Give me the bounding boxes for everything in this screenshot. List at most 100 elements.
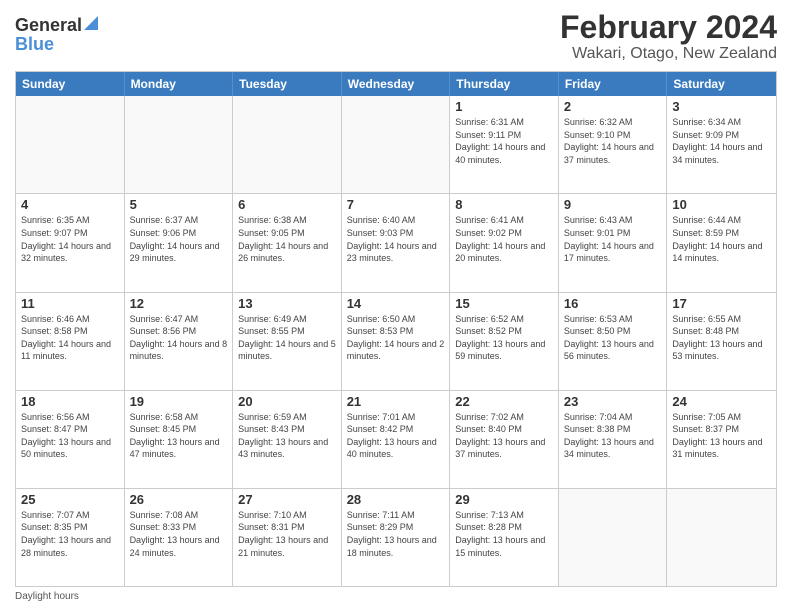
day-cell-26: 26 Sunrise: 7:08 AMSunset: 8:33 PMDayligh…	[125, 489, 234, 586]
day-number-24: 24	[672, 394, 771, 409]
calendar-week-3: 11 Sunrise: 6:46 AMSunset: 8:58 PMDayligh…	[16, 293, 776, 391]
day-cell-14: 14 Sunrise: 6:50 AMSunset: 8:53 PMDayligh…	[342, 293, 451, 390]
logo: General Blue	[15, 10, 98, 53]
day-number-5: 5	[130, 197, 228, 212]
calendar-week-2: 4Sunrise: 6:35 AMSunset: 9:07 PMDaylight…	[16, 194, 776, 292]
header-day-wednesday: Wednesday	[342, 72, 451, 96]
day-number-28: 28	[347, 492, 445, 507]
day-info-4: Sunrise: 6:35 AMSunset: 9:07 PMDaylight:…	[21, 214, 119, 264]
day-info-26: Sunrise: 7:08 AMSunset: 8:33 PMDaylight:…	[130, 509, 228, 559]
empty-cell-w0-c3	[342, 96, 451, 193]
header-day-monday: Monday	[125, 72, 234, 96]
header: General Blue February 2024 Wakari, Otago…	[15, 10, 777, 63]
day-info-14: Sunrise: 6:50 AMSunset: 8:53 PMDaylight:…	[347, 313, 445, 363]
day-cell-8: 8 Sunrise: 6:41 AMSunset: 9:02 PMDaylight…	[450, 194, 559, 291]
day-number-9: 9	[564, 197, 662, 212]
day-cell-1: 1 Sunrise: 6:31 AMSunset: 9:11 PMDaylight…	[450, 96, 559, 193]
day-number-11: 11	[21, 296, 119, 311]
header-day-sunday: Sunday	[16, 72, 125, 96]
empty-cell-w0-c1	[125, 96, 234, 193]
day-info-18: Sunrise: 6:56 AMSunset: 8:47 PMDaylight:…	[21, 411, 119, 461]
day-info-13: Sunrise: 6:49 AMSunset: 8:55 PMDaylight:…	[238, 313, 336, 363]
empty-cell-w0-c0	[16, 96, 125, 193]
day-number-13: 13	[238, 296, 336, 311]
day-number-17: 17	[672, 296, 771, 311]
month-year-title: February 2024	[560, 10, 777, 45]
day-number-7: 7	[347, 197, 445, 212]
day-number-3: 3	[672, 99, 771, 114]
day-number-1: 1	[455, 99, 553, 114]
day-number-15: 15	[455, 296, 553, 311]
day-info-5: Sunrise: 6:37 AMSunset: 9:06 PMDaylight:…	[130, 214, 228, 264]
day-cell-5: 5 Sunrise: 6:37 AMSunset: 9:06 PMDaylight…	[125, 194, 234, 291]
day-cell-24: 24 Sunrise: 7:05 AMSunset: 8:37 PMDayligh…	[667, 391, 776, 488]
day-cell-10: 10Sunrise: 6:44 AMSunset: 8:59 PMDayligh…	[667, 194, 776, 291]
day-info-16: Sunrise: 6:53 AMSunset: 8:50 PMDaylight:…	[564, 313, 662, 363]
day-cell-6: 6 Sunrise: 6:38 AMSunset: 9:05 PMDaylight…	[233, 194, 342, 291]
day-info-7: Sunrise: 6:40 AMSunset: 9:03 PMDaylight:…	[347, 214, 445, 264]
day-info-6: Sunrise: 6:38 AMSunset: 9:05 PMDaylight:…	[238, 214, 336, 264]
day-cell-18: 18 Sunrise: 6:56 AMSunset: 8:47 PMDayligh…	[16, 391, 125, 488]
calendar-week-5: 25 Sunrise: 7:07 AMSunset: 8:35 PMDayligh…	[16, 489, 776, 586]
day-number-2: 2	[564, 99, 662, 114]
day-info-24: Sunrise: 7:05 AMSunset: 8:37 PMDaylight:…	[672, 411, 771, 461]
day-cell-11: 11 Sunrise: 6:46 AMSunset: 8:58 PMDayligh…	[16, 293, 125, 390]
logo-general-text: General	[15, 16, 82, 34]
day-cell-16: 16Sunrise: 6:53 AMSunset: 8:50 PMDayligh…	[559, 293, 668, 390]
day-info-20: Sunrise: 6:59 AMSunset: 8:43 PMDaylight:…	[238, 411, 336, 461]
empty-cell-w4-c6	[667, 489, 776, 586]
empty-cell-w0-c2	[233, 96, 342, 193]
day-info-3: Sunrise: 6:34 AMSunset: 9:09 PMDaylight:…	[672, 116, 771, 166]
day-info-25: Sunrise: 7:07 AMSunset: 8:35 PMDaylight:…	[21, 509, 119, 559]
header-day-friday: Friday	[559, 72, 668, 96]
day-info-27: Sunrise: 7:10 AMSunset: 8:31 PMDaylight:…	[238, 509, 336, 559]
day-cell-29: 29Sunrise: 7:13 AMSunset: 8:28 PMDayligh…	[450, 489, 559, 586]
day-info-21: Sunrise: 7:01 AMSunset: 8:42 PMDaylight:…	[347, 411, 445, 461]
page: General Blue February 2024 Wakari, Otago…	[0, 0, 792, 612]
day-info-10: Sunrise: 6:44 AMSunset: 8:59 PMDaylight:…	[672, 214, 771, 264]
empty-cell-w4-c5	[559, 489, 668, 586]
location-subtitle: Wakari, Otago, New Zealand	[560, 45, 777, 63]
footer-note: Daylight hours	[15, 591, 777, 602]
day-info-17: Sunrise: 6:55 AMSunset: 8:48 PMDaylight:…	[672, 313, 771, 363]
day-cell-2: 2 Sunrise: 6:32 AMSunset: 9:10 PMDaylight…	[559, 96, 668, 193]
day-number-14: 14	[347, 296, 445, 311]
day-number-12: 12	[130, 296, 228, 311]
day-cell-27: 27 Sunrise: 7:10 AMSunset: 8:31 PMDayligh…	[233, 489, 342, 586]
day-cell-3: 3 Sunrise: 6:34 AMSunset: 9:09 PMDaylight…	[667, 96, 776, 193]
day-info-9: Sunrise: 6:43 AMSunset: 9:01 PMDaylight:…	[564, 214, 662, 264]
day-info-28: Sunrise: 7:11 AMSunset: 8:29 PMDaylight:…	[347, 509, 445, 559]
day-cell-20: 20 Sunrise: 6:59 AMSunset: 8:43 PMDayligh…	[233, 391, 342, 488]
header-day-thursday: Thursday	[450, 72, 559, 96]
day-cell-15: 15 Sunrise: 6:52 AMSunset: 8:52 PMDayligh…	[450, 293, 559, 390]
day-number-29: 29	[455, 492, 553, 507]
day-info-15: Sunrise: 6:52 AMSunset: 8:52 PMDaylight:…	[455, 313, 553, 363]
day-info-8: Sunrise: 6:41 AMSunset: 9:02 PMDaylight:…	[455, 214, 553, 264]
day-number-27: 27	[238, 492, 336, 507]
day-number-6: 6	[238, 197, 336, 212]
day-info-1: Sunrise: 6:31 AMSunset: 9:11 PMDaylight:…	[455, 116, 553, 166]
day-cell-7: 7 Sunrise: 6:40 AMSunset: 9:03 PMDaylight…	[342, 194, 451, 291]
day-cell-13: 13 Sunrise: 6:49 AMSunset: 8:55 PMDayligh…	[233, 293, 342, 390]
day-info-22: Sunrise: 7:02 AMSunset: 8:40 PMDaylight:…	[455, 411, 553, 461]
day-number-23: 23	[564, 394, 662, 409]
day-number-25: 25	[21, 492, 119, 507]
day-info-2: Sunrise: 6:32 AMSunset: 9:10 PMDaylight:…	[564, 116, 662, 166]
day-number-20: 20	[238, 394, 336, 409]
day-info-23: Sunrise: 7:04 AMSunset: 8:38 PMDaylight:…	[564, 411, 662, 461]
day-number-26: 26	[130, 492, 228, 507]
day-info-19: Sunrise: 6:58 AMSunset: 8:45 PMDaylight:…	[130, 411, 228, 461]
day-number-22: 22	[455, 394, 553, 409]
day-cell-22: 22 Sunrise: 7:02 AMSunset: 8:40 PMDayligh…	[450, 391, 559, 488]
day-cell-25: 25 Sunrise: 7:07 AMSunset: 8:35 PMDayligh…	[16, 489, 125, 586]
day-cell-21: 21Sunrise: 7:01 AMSunset: 8:42 PMDayligh…	[342, 391, 451, 488]
calendar-week-4: 18 Sunrise: 6:56 AMSunset: 8:47 PMDayligh…	[16, 391, 776, 489]
day-cell-19: 19 Sunrise: 6:58 AMSunset: 8:45 PMDayligh…	[125, 391, 234, 488]
day-number-18: 18	[21, 394, 119, 409]
day-number-19: 19	[130, 394, 228, 409]
header-day-tuesday: Tuesday	[233, 72, 342, 96]
day-info-11: Sunrise: 6:46 AMSunset: 8:58 PMDaylight:…	[21, 313, 119, 363]
day-number-8: 8	[455, 197, 553, 212]
day-cell-28: 28 Sunrise: 7:11 AMSunset: 8:29 PMDayligh…	[342, 489, 451, 586]
day-info-12: Sunrise: 6:47 AMSunset: 8:56 PMDaylight:…	[130, 313, 228, 363]
